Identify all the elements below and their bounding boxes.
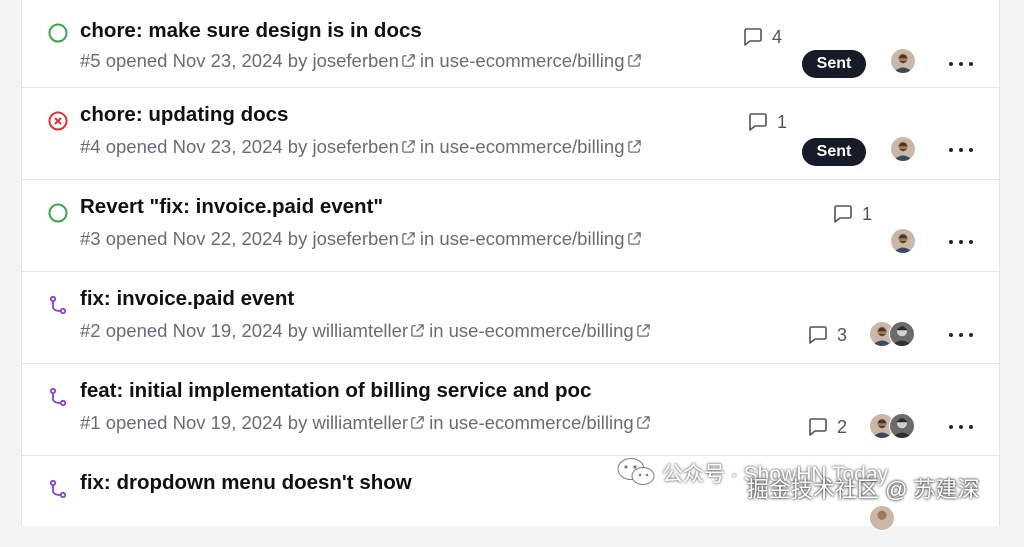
comment-count-value: 4 (772, 26, 783, 47)
external-link-icon (636, 416, 650, 429)
more-actions-button[interactable] (949, 58, 973, 70)
issue-title[interactable]: feat: initial implementation of billing … (80, 379, 591, 403)
circle-open-icon (48, 23, 68, 43)
external-link-icon (402, 140, 415, 153)
repo-link[interactable]: use-ecommerce/billing (439, 228, 624, 249)
comment-count-value: 2 (837, 416, 848, 437)
avatar[interactable] (890, 136, 916, 162)
message-square-icon (744, 28, 762, 46)
avatar-joseferben (870, 506, 894, 530)
in-label: in (419, 228, 435, 249)
external-link-icon (636, 324, 650, 337)
message-square-icon (809, 418, 827, 436)
issue-title[interactable]: fix: invoice.paid event (80, 287, 294, 311)
sent-badge: Sent (802, 50, 866, 78)
external-link-icon (402, 54, 415, 67)
comment-count[interactable]: 3 (807, 323, 847, 347)
author-link[interactable]: joseferben (312, 136, 398, 157)
issue-title[interactable]: fix: dropdown menu doesn't show (80, 471, 412, 495)
comment-count[interactable]: 2 (807, 415, 847, 439)
watermark-line2: 掘金技术社区 @ 苏建深 (747, 477, 980, 502)
author-link[interactable]: williamteller (312, 412, 408, 433)
author-link[interactable]: joseferben (312, 50, 398, 71)
author-link[interactable]: williamteller (312, 320, 408, 341)
watermark: 公众号 · ShowHN Today 掘金技术社区 @ 苏建深 (616, 452, 1016, 502)
avatar-joseferben (891, 229, 915, 253)
in-label: in (429, 412, 444, 433)
sent-badge: Sent (802, 138, 866, 166)
external-link-icon (402, 232, 415, 245)
issue-meta-prefix: #1 opened Nov 19, 2024 by (80, 412, 308, 433)
external-link-icon (627, 140, 641, 153)
repo-link[interactable]: use-ecommerce/billing (449, 320, 634, 341)
more-actions-button[interactable] (949, 421, 973, 433)
avatar[interactable] (889, 413, 915, 439)
issue-meta-prefix: #5 opened Nov 23, 2024 by (80, 50, 308, 71)
issue-meta: #1 opened Nov 19, 2024 by williamteller i… (80, 412, 655, 434)
avatar-williamteller (890, 414, 914, 438)
avatar-williamteller (890, 322, 914, 346)
comment-count-value: 1 (777, 111, 788, 132)
issue-title[interactable]: chore: make sure design is in docs (80, 19, 422, 43)
more-actions-button[interactable] (949, 329, 973, 341)
avatar[interactable] (869, 505, 895, 531)
external-link-icon (627, 232, 641, 245)
issue-row[interactable]: feat: initial implementation of billing … (22, 364, 999, 456)
repo-link[interactable]: use-ecommerce/billing (449, 412, 634, 433)
more-actions-button[interactable] (949, 236, 973, 248)
avatar-joseferben (891, 137, 915, 161)
comment-count-value: 3 (837, 324, 848, 345)
issue-title[interactable]: Revert "fix: invoice.paid event" (80, 195, 383, 219)
issue-meta: #3 opened Nov 22, 2024 by joseferben in u… (80, 228, 646, 250)
author-link[interactable]: joseferben (312, 228, 398, 249)
message-square-icon (749, 113, 767, 131)
comment-count[interactable]: 4 (742, 25, 782, 49)
in-label: in (429, 320, 444, 341)
in-label: in (419, 50, 435, 71)
repo-link[interactable]: use-ecommerce/billing (439, 50, 624, 71)
git-pull-request-icon (49, 295, 67, 315)
comment-count[interactable]: 1 (832, 202, 872, 226)
avatar-joseferben (891, 49, 915, 73)
comment-count[interactable]: 1 (747, 110, 787, 134)
issue-meta-prefix: #3 opened Nov 22, 2024 by (80, 228, 308, 249)
circle-x-icon (48, 111, 68, 131)
issue-meta-prefix: #4 opened Nov 23, 2024 by (80, 136, 308, 157)
message-square-icon (834, 205, 852, 223)
external-link-icon (411, 416, 424, 429)
issue-meta: #4 opened Nov 23, 2024 by joseferben in u… (80, 136, 646, 158)
avatar[interactable] (890, 48, 916, 74)
issue-row[interactable]: fix: invoice.paid event #2 opened Nov 19… (22, 272, 999, 364)
circle-open-icon (48, 203, 68, 223)
git-pull-request-icon (49, 479, 67, 499)
issue-row[interactable]: chore: make sure design is in docs #5 op… (22, 0, 999, 88)
repo-link[interactable]: use-ecommerce/billing (439, 136, 624, 157)
in-label: in (419, 136, 435, 157)
issue-meta: #2 opened Nov 19, 2024 by williamteller i… (80, 320, 655, 342)
avatar[interactable] (889, 321, 915, 347)
issue-row[interactable]: Revert "fix: invoice.paid event" #3 open… (22, 180, 999, 272)
comment-count-value: 1 (862, 203, 873, 224)
issue-title[interactable]: chore: updating docs (80, 103, 288, 127)
git-pull-request-icon (49, 387, 67, 407)
wechat-logo-icon (617, 458, 655, 485)
external-link-icon (627, 54, 641, 67)
issue-meta: #5 opened Nov 23, 2024 by joseferben in u… (80, 50, 646, 72)
more-actions-button[interactable] (949, 144, 973, 156)
issue-list: chore: make sure design is in docs #5 op… (21, 0, 1000, 531)
issue-row[interactable]: chore: updating docs #4 opened Nov 23, 2… (22, 88, 999, 180)
message-square-icon (809, 326, 827, 344)
issue-meta-prefix: #2 opened Nov 19, 2024 by (80, 320, 308, 341)
external-link-icon (411, 324, 424, 337)
avatar[interactable] (890, 228, 916, 254)
